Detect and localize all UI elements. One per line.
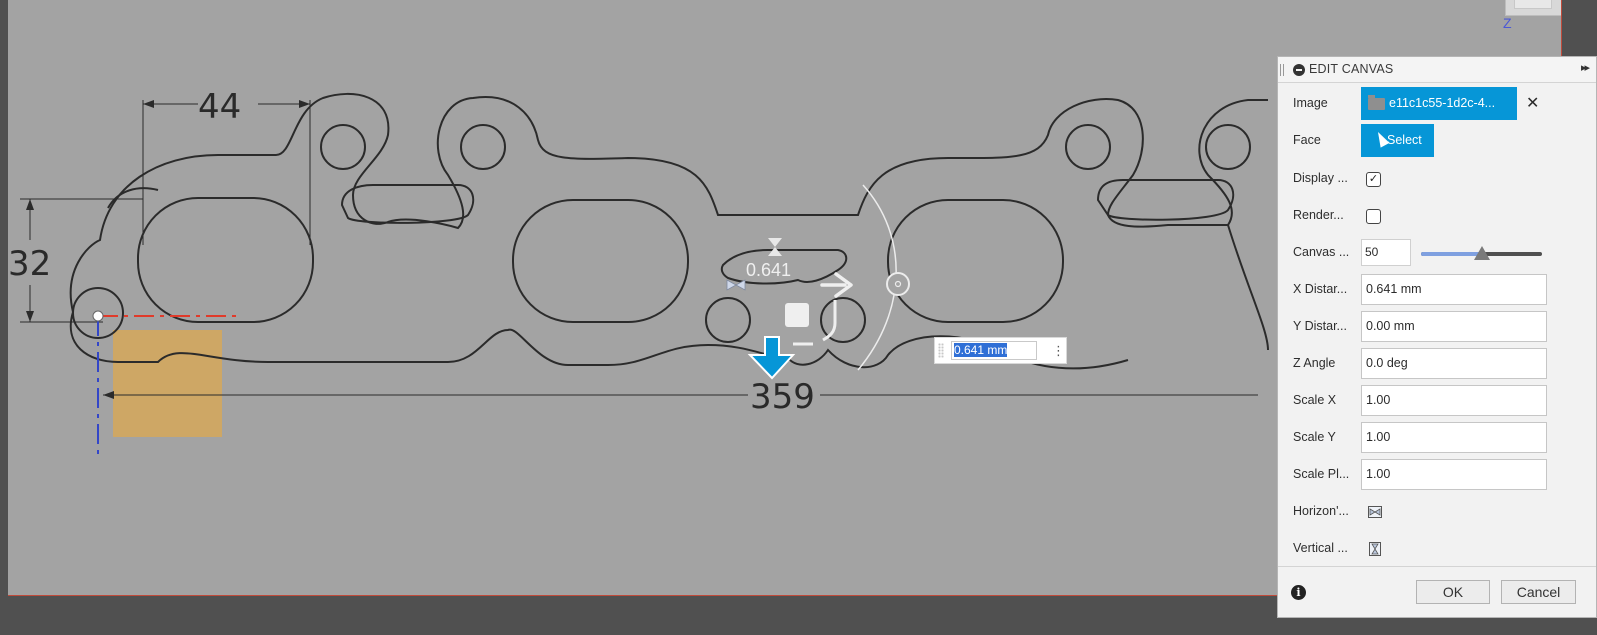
clear-image-icon[interactable]: ✕	[1526, 93, 1539, 113]
row-x-distance: X Distar... 0.641 mm	[1278, 273, 1596, 307]
inline-distance-input[interactable]: 0.641 mm	[951, 341, 1037, 360]
canvas-opacity-slider[interactable]	[1421, 246, 1542, 260]
scale-x-input[interactable]: 1.00	[1361, 385, 1547, 416]
more-options-icon[interactable]: ⋮	[1052, 342, 1065, 360]
face-select-button[interactable]: Select	[1361, 124, 1434, 157]
y-arrow-handle[interactable]	[747, 336, 796, 380]
z-angle-input[interactable]: 0.0 deg	[1361, 348, 1547, 379]
display-checkbox[interactable]: ✓	[1366, 172, 1381, 187]
canvas-opacity-label: Canvas ...	[1293, 245, 1350, 259]
row-render: Render...	[1278, 199, 1596, 233]
scale-x-label: Scale X	[1293, 393, 1337, 407]
cancel-button[interactable]: Cancel	[1501, 580, 1576, 604]
image-label: Image	[1293, 96, 1328, 110]
row-canvas-opacity: Canvas ... 50	[1278, 236, 1596, 270]
slider-thumb[interactable]	[1473, 246, 1490, 260]
flip-vertical-icon[interactable]	[1367, 541, 1383, 557]
scale-y-input[interactable]: 1.00	[1361, 422, 1547, 453]
y-distance-input[interactable]: 0.00 mm	[1361, 311, 1547, 342]
x-distance-label: X Distar...	[1293, 282, 1348, 296]
planar-move-handle[interactable]	[785, 303, 809, 327]
axis-z-label: Z	[1503, 15, 1512, 31]
info-icon[interactable]: i	[1291, 585, 1306, 600]
row-face: Face Select	[1278, 124, 1596, 158]
gasket-outline	[69, 92, 1269, 370]
canvas-image-overlay[interactable]	[113, 330, 222, 437]
vertical-flip-label: Vertical ...	[1293, 541, 1348, 555]
row-z-angle: Z Angle 0.0 deg	[1278, 347, 1596, 381]
row-image: Image e11c1c55-1d2c-4... ✕	[1278, 87, 1596, 121]
horizontal-flip-label: Horizon'...	[1293, 504, 1349, 518]
scale-plane-label: Scale Pl...	[1293, 467, 1350, 481]
face-select-label: Select	[1387, 133, 1422, 147]
display-label: Display ...	[1293, 171, 1348, 185]
origin-point[interactable]	[92, 310, 104, 322]
panel-header[interactable]: EDIT CANVAS ▸▸	[1278, 57, 1596, 83]
inline-distance-input-box[interactable]: 0.641 mm ⋮	[934, 337, 1067, 364]
dimension-width[interactable]: 44	[198, 87, 241, 127]
row-vertical-flip: Vertical ...	[1278, 532, 1596, 566]
inline-distance-value: 0.641 mm	[954, 343, 1008, 357]
drag-grip-icon[interactable]	[938, 343, 944, 358]
row-scale-plane: Scale Pl... 1.00	[1278, 458, 1596, 492]
scale-handle-icon[interactable]	[768, 238, 782, 256]
row-scale-y: Scale Y 1.00	[1278, 421, 1596, 455]
flip-handle-icon[interactable]	[726, 279, 746, 291]
ok-button[interactable]: OK	[1416, 580, 1490, 604]
dimension-height[interactable]: 32	[8, 244, 51, 284]
x-distance-input[interactable]: 0.641 mm	[1361, 274, 1547, 305]
canvas-opacity-input[interactable]: 50	[1361, 239, 1411, 266]
move-gizmo[interactable]: 0.641	[726, 184, 910, 380]
flip-horizontal-icon[interactable]	[1367, 504, 1383, 520]
panel-drag-grip-icon[interactable]	[1280, 64, 1284, 76]
collapse-minus-icon[interactable]	[1293, 64, 1305, 76]
viewcube[interactable]	[1505, 0, 1561, 16]
panel-footer: i OK Cancel	[1278, 566, 1596, 617]
folder-icon	[1368, 95, 1385, 110]
row-scale-x: Scale X 1.00	[1278, 384, 1596, 418]
scale-y-label: Scale Y	[1293, 430, 1336, 444]
row-display: Display ... ✓	[1278, 162, 1596, 196]
row-y-distance: Y Distar... 0.00 mm	[1278, 310, 1596, 344]
image-file-name: e11c1c55-1d2c-4...	[1389, 96, 1496, 110]
edit-canvas-panel: EDIT CANVAS ▸▸ Image e11c1c55-1d2c-4... …	[1277, 56, 1597, 618]
z-angle-label: Z Angle	[1293, 356, 1336, 370]
render-label: Render...	[1293, 208, 1344, 222]
face-label: Face	[1293, 133, 1321, 147]
dimension-length[interactable]: 359	[750, 377, 815, 417]
image-file-button[interactable]: e11c1c55-1d2c-4...	[1361, 87, 1517, 120]
render-checkbox[interactable]	[1366, 209, 1381, 224]
expand-panel-icon[interactable]: ▸▸	[1581, 61, 1590, 74]
panel-title: EDIT CANVAS	[1309, 62, 1394, 76]
scale-plane-input[interactable]: 1.00	[1361, 459, 1547, 490]
row-horizontal-flip: Horizon'...	[1278, 495, 1596, 529]
y-distance-label: Y Distar...	[1293, 319, 1347, 333]
rotate-handle[interactable]	[886, 272, 910, 296]
gizmo-value-label: 0.641	[746, 260, 791, 280]
